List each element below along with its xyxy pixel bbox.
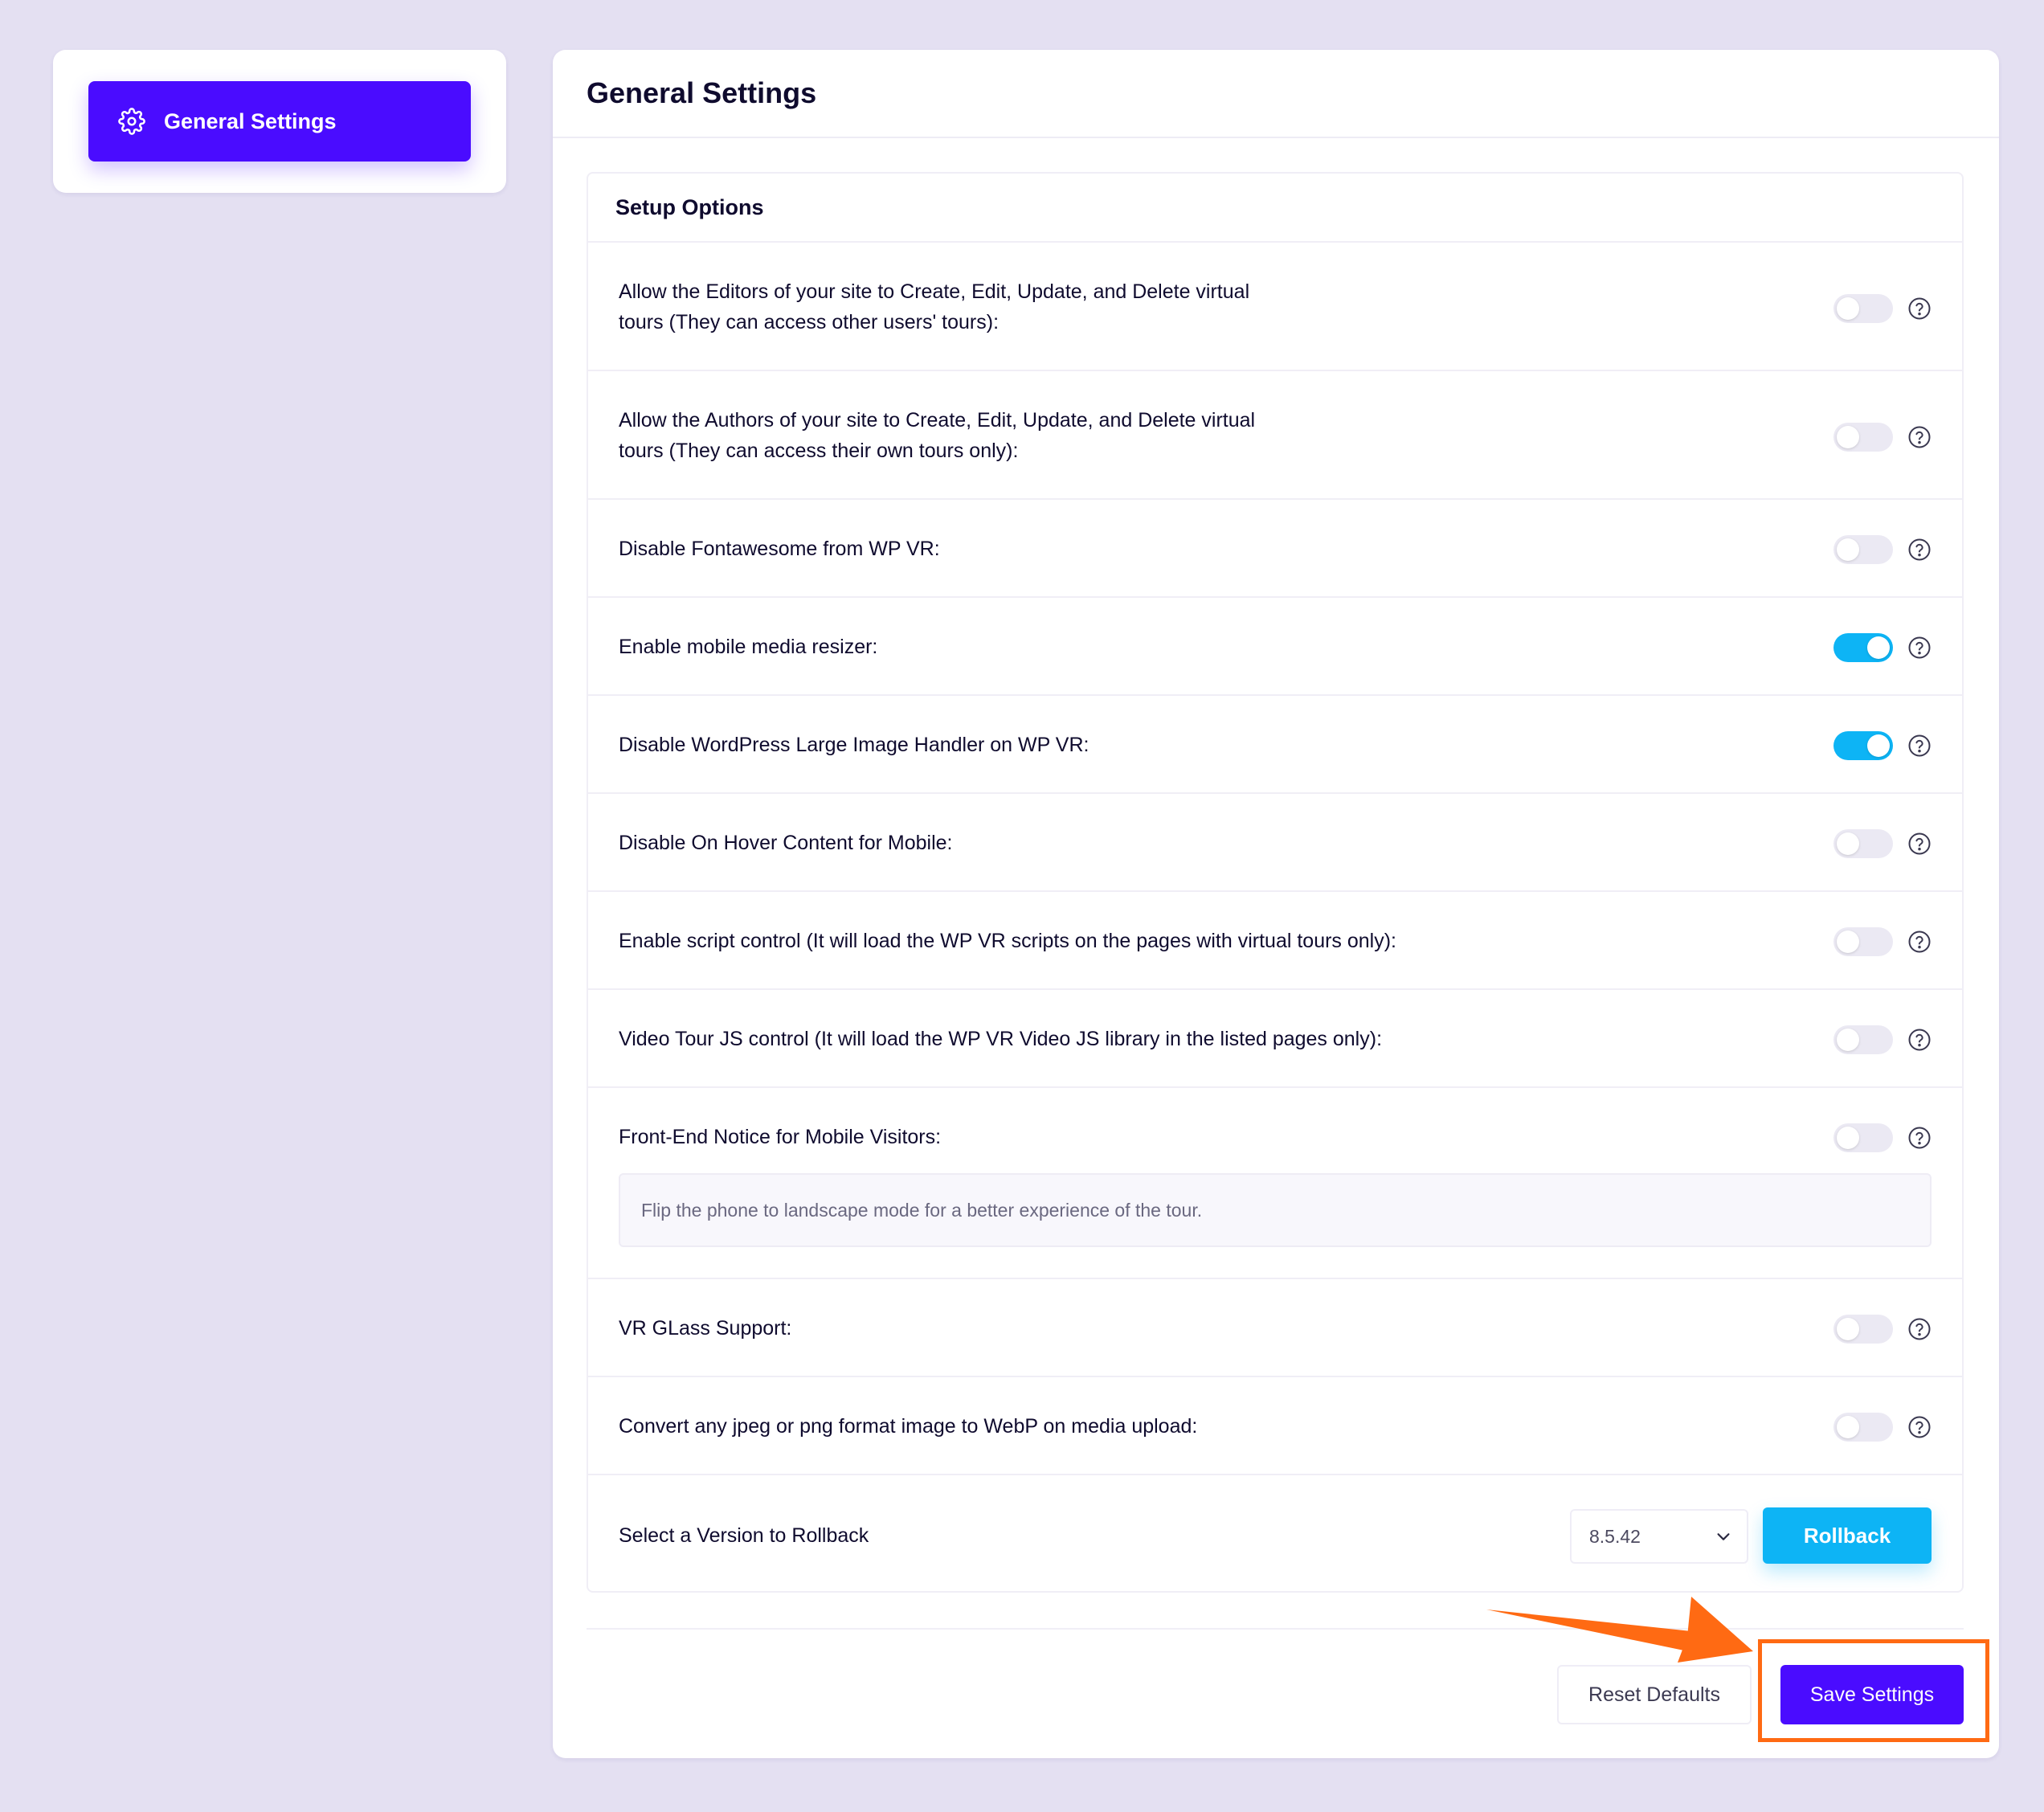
mobile-notice-input[interactable] (619, 1173, 1932, 1247)
large-image-handler-toggle[interactable] (1833, 731, 1893, 760)
chevron-down-icon (1717, 1533, 1730, 1540)
toggle-knob (1837, 1029, 1859, 1051)
toggle-knob (1837, 1318, 1859, 1340)
media-resizer-toggle[interactable] (1833, 633, 1893, 662)
option-label: Allow the Editors of your site to Create… (619, 276, 1342, 337)
option-label: Convert any jpeg or png format image to … (619, 1415, 1198, 1438)
option-label: Allow the Authors of your site to Create… (619, 405, 1342, 466)
mobile-notice-toggle[interactable] (1833, 1123, 1893, 1152)
option-label-line-1: Allow the Editors of your site to Create… (619, 280, 1250, 303)
help-icon[interactable] (1907, 538, 1932, 562)
gear-icon (117, 107, 146, 136)
option-label: Enable script control (It will load the … (619, 930, 1397, 952)
version-select-value: 8.5.42 (1589, 1525, 1641, 1547)
script-control-toggle[interactable] (1833, 927, 1893, 956)
main-panel: General Settings Setup Options Allow the… (553, 50, 1999, 1758)
help-icon[interactable] (1907, 930, 1932, 954)
section-title: Setup Options (588, 174, 1962, 243)
option-label: Front-End Notice for Mobile Visitors: (619, 1126, 942, 1148)
help-icon[interactable] (1907, 425, 1932, 449)
editors-toggle[interactable] (1833, 294, 1893, 323)
option-label: Video Tour JS control (It will load the … (619, 1028, 1383, 1050)
toggle-knob (1837, 297, 1859, 320)
option-label: Disable WordPress Large Image Handler on… (619, 734, 1089, 756)
webp-convert-toggle[interactable] (1833, 1413, 1893, 1442)
sidebar-item-label: General Settings (164, 108, 337, 133)
toggle-knob (1837, 832, 1859, 855)
main-header: General Settings (553, 50, 1999, 138)
sidebar-item-general-settings[interactable]: General Settings (88, 81, 471, 162)
option-row-video-js: Video Tour JS control (It will load the … (588, 990, 1962, 1088)
authors-toggle[interactable] (1833, 423, 1893, 452)
toggle-knob (1867, 636, 1890, 659)
option-row-rollback: Select a Version to Rollback 8.5.42 Roll… (588, 1475, 1962, 1596)
help-icon[interactable] (1907, 1415, 1932, 1439)
help-icon[interactable] (1907, 1317, 1932, 1341)
help-icon[interactable] (1907, 636, 1932, 660)
option-row-webp-convert: Convert any jpeg or png format image to … (588, 1377, 1962, 1475)
option-label: VR GLass Support: (619, 1317, 792, 1340)
setup-options-section: Setup Options Allow the Editors of your … (587, 172, 1964, 1593)
option-row-editors: Allow the Editors of your site to Create… (588, 243, 1962, 371)
toggle-knob (1837, 538, 1859, 561)
vr-glass-toggle[interactable] (1833, 1315, 1893, 1344)
option-label: Disable Fontawesome from WP VR: (619, 538, 940, 560)
hover-content-toggle[interactable] (1833, 829, 1893, 858)
help-icon[interactable] (1907, 1028, 1932, 1052)
toggle-knob (1837, 1416, 1859, 1438)
option-label-line-1: Allow the Authors of your site to Create… (619, 409, 1256, 432)
option-row-hover-content: Disable On Hover Content for Mobile: (588, 794, 1962, 892)
help-icon[interactable] (1907, 297, 1932, 321)
footer-divider (587, 1628, 1964, 1630)
sidebar: General Settings (53, 50, 506, 193)
toggle-knob (1837, 426, 1859, 448)
option-row-large-image-handler: Disable WordPress Large Image Handler on… (588, 696, 1962, 794)
help-icon[interactable] (1907, 832, 1932, 856)
option-row-fontawesome: Disable Fontawesome from WP VR: (588, 500, 1962, 598)
option-label: Enable mobile media resizer: (619, 636, 878, 658)
option-row-authors: Allow the Authors of your site to Create… (588, 371, 1962, 500)
save-settings-button[interactable]: Save Settings (1780, 1665, 1964, 1724)
option-row-vr-glass: VR GLass Support: (588, 1279, 1962, 1377)
rollback-label: Select a Version to Rollback (619, 1524, 869, 1547)
page-title: General Settings (587, 76, 817, 109)
version-select[interactable]: 8.5.42 (1570, 1509, 1748, 1564)
option-label: Disable On Hover Content for Mobile: (619, 832, 953, 854)
option-label-line-2: tours (They can access their own tours o… (619, 440, 1019, 462)
video-js-toggle[interactable] (1833, 1025, 1893, 1054)
option-row-script-control: Enable script control (It will load the … (588, 892, 1962, 990)
option-row-mobile-notice: Front-End Notice for Mobile Visitors: (588, 1088, 1962, 1279)
fontawesome-toggle[interactable] (1833, 535, 1893, 564)
option-row-media-resizer: Enable mobile media resizer: (588, 598, 1962, 696)
help-icon[interactable] (1907, 734, 1932, 758)
toggle-knob (1837, 931, 1859, 953)
toggle-knob (1867, 734, 1890, 757)
reset-defaults-button[interactable]: Reset Defaults (1557, 1665, 1752, 1724)
help-icon[interactable] (1907, 1126, 1932, 1150)
option-label-line-2: tours (They can access other users' tour… (619, 311, 1000, 333)
rollback-button[interactable]: Rollback (1763, 1507, 1932, 1564)
toggle-knob (1837, 1127, 1859, 1149)
